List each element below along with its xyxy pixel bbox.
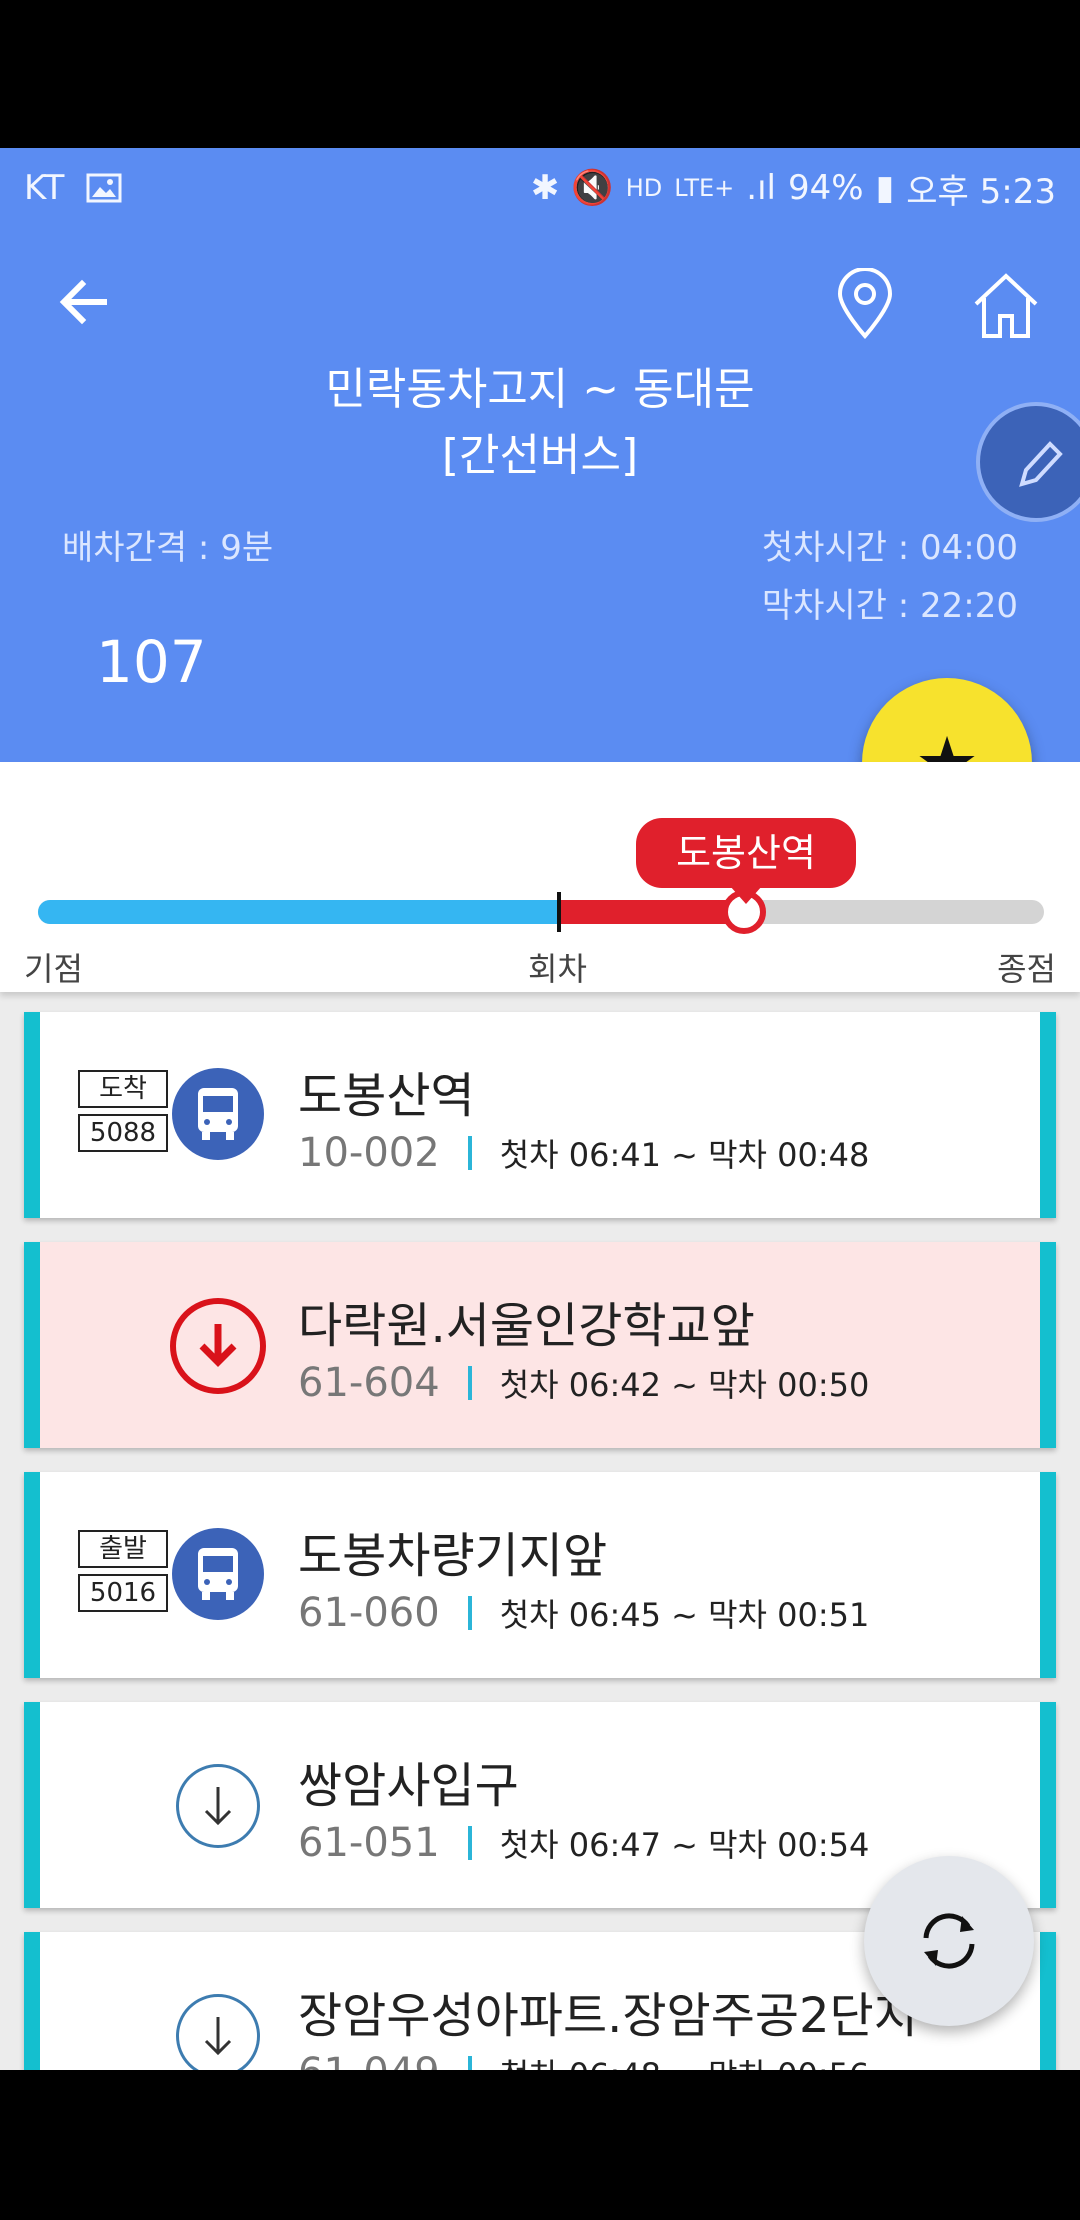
- station-name: 쌍암사입구: [298, 1758, 519, 1814]
- station-times: 첫차 06:42 ~ 막차 00:50: [499, 1366, 870, 1404]
- start-label: 기점: [24, 950, 83, 988]
- divider: [467, 1366, 472, 1400]
- battery-percent: 94%: [787, 168, 864, 208]
- pencil-icon: [1019, 441, 1063, 487]
- arrival-badge: 도착 5088: [78, 1070, 168, 1152]
- divider: [467, 1826, 472, 1860]
- station-name: 도봉차량기지앞: [298, 1528, 608, 1584]
- arrow-down-icon: [176, 1764, 260, 1848]
- station-meta: 61-060 첫차 06:45 ~ 막차 00:51: [298, 1590, 869, 1636]
- gallery-icon: [86, 173, 122, 203]
- divider: [467, 1596, 472, 1630]
- phone-frame: KT ✱ 🔇 HD LTE+ .ıl 94% ▮ 오후 5:23 민락동차고지 …: [0, 0, 1080, 2220]
- station-meta: 61-051 첫차 06:47 ~ 막차 00:54: [298, 1820, 869, 1866]
- station-times: 첫차 06:45 ~ 막차 00:51: [499, 1596, 870, 1634]
- turn-point-marker: [557, 892, 561, 932]
- carrier-label: KT: [24, 168, 65, 208]
- station-times: 첫차 06:48 ~ 막차 00:56: [500, 2050, 870, 2070]
- refresh-button[interactable]: [864, 1856, 1034, 2026]
- end-label: 종점: [997, 950, 1056, 988]
- bluetooth-icon: ✱: [530, 168, 560, 208]
- status-bar: KT ✱ 🔇 HD LTE+ .ıl 94% ▮ 오후 5:23: [0, 148, 1080, 228]
- first-bus-time: 첫차시간 : 04:00: [761, 528, 1018, 568]
- station-meta: 61-049 첫차 06:48 ~ 막차 00:56: [298, 2050, 869, 2070]
- departure-badge: 출발 5016: [78, 1530, 168, 1612]
- station-code: 61-051: [298, 1820, 440, 1866]
- station-meta: 10-002 첫차 06:41 ~ 막차 00:48: [298, 1130, 869, 1176]
- station-code: 61-060: [298, 1590, 440, 1636]
- station-meta: 61-604 첫차 06:42 ~ 막차 00:50: [298, 1360, 869, 1406]
- hd-voice-icon: HD: [625, 174, 663, 202]
- badge-bus-number: 5016: [78, 1574, 168, 1612]
- progress-inbound-fill: [560, 900, 744, 924]
- dispatch-interval: 배차간격 : 9분: [62, 528, 274, 568]
- station-code: 10-002: [298, 1130, 440, 1176]
- station-times: 첫차 06:41 ~ 막차 00:48: [499, 1136, 870, 1174]
- progress-outbound-fill: [38, 900, 560, 924]
- app-screen: KT ✱ 🔇 HD LTE+ .ıl 94% ▮ 오후 5:23 민락동차고지 …: [0, 148, 1080, 2070]
- mute-icon: 🔇: [571, 168, 614, 208]
- badge-status: 출발: [78, 1530, 168, 1568]
- current-stop-bubble: 도봉산역: [636, 818, 856, 904]
- back-arrow-icon[interactable]: [52, 270, 116, 334]
- route-number: 107: [96, 628, 207, 696]
- station-code: 61-604: [298, 1360, 440, 1406]
- network-type-label: LTE+: [674, 174, 735, 202]
- route-type: [간선버스]: [441, 430, 639, 481]
- station-name: 도봉산역: [298, 1068, 475, 1124]
- station-name: 장암우성아파트.장암주공2단지: [298, 1988, 918, 2044]
- route-progress: 도봉산역 기점 회차 종점: [0, 762, 1080, 992]
- bus-icon: [172, 1528, 264, 1620]
- refresh-icon: [923, 1913, 975, 1969]
- station-code: 61-049: [298, 2050, 440, 2070]
- arrow-down-red-icon: [170, 1298, 266, 1394]
- station-item[interactable]: 다락원.서울인강학교앞 61-604 첫차 06:42 ~ 막차 00:50: [24, 1242, 1056, 1448]
- station-times: 첫차 06:47 ~ 막차 00:54: [499, 1826, 870, 1864]
- badge-status: 도착: [78, 1070, 168, 1108]
- map-pin-icon[interactable]: [832, 268, 898, 340]
- battery-icon: ▮: [875, 168, 895, 208]
- station-item[interactable]: 출발 5016 도봉차량기지앞 61-060 첫차 06:45 ~ 막차 00:…: [24, 1472, 1056, 1678]
- last-bus-time: 막차시간 : 22:20: [761, 586, 1018, 626]
- home-icon[interactable]: [970, 270, 1042, 340]
- station-name: 다락원.서울인강학교앞: [298, 1298, 755, 1354]
- station-item[interactable]: 도착 5088 도봉산역 10-002 첫차 06:41 ~ 막차 00:48: [24, 1012, 1056, 1218]
- divider: [467, 1136, 472, 1170]
- route-header: KT ✱ 🔇 HD LTE+ .ıl 94% ▮ 오후 5:23 민락동차고지 …: [0, 148, 1080, 762]
- divider: [467, 2056, 472, 2070]
- arrow-down-icon: [176, 1994, 260, 2070]
- bus-icon: [172, 1068, 264, 1160]
- signal-icon: .ıl: [746, 168, 776, 208]
- edit-button[interactable]: [976, 402, 1080, 522]
- clock: 오후 5:23: [906, 171, 1056, 212]
- route-title: 민락동차고지 ~ 동대문: [325, 364, 755, 415]
- badge-bus-number: 5088: [78, 1114, 168, 1152]
- turn-label: 회차: [528, 950, 587, 988]
